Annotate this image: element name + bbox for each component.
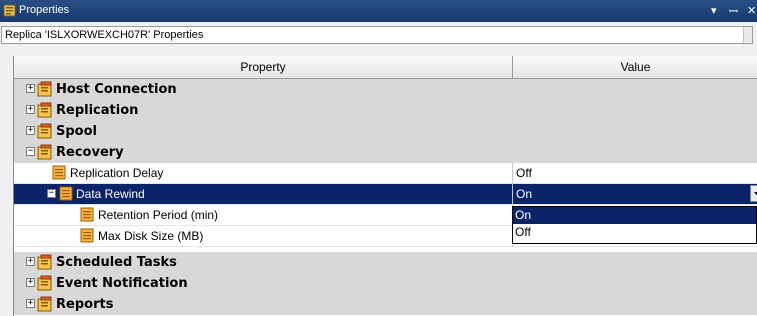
category-label: Recovery bbox=[56, 145, 124, 160]
property-page-icon bbox=[52, 165, 66, 180]
category-label: Replication bbox=[56, 103, 139, 118]
property-grid: Property Value + Host Connection + Repli… bbox=[13, 56, 757, 316]
window-title: Properties bbox=[19, 4, 70, 16]
expand-icon[interactable]: + bbox=[26, 257, 35, 266]
category-folder-icon bbox=[37, 275, 52, 291]
category-row-host-connection[interactable]: + Host Connection bbox=[14, 79, 757, 100]
pin-icon[interactable]: ꟷ bbox=[729, 4, 738, 19]
property-value-editor[interactable]: On bbox=[513, 184, 757, 205]
window-titlebar: Properties ▾ ꟷ ✕ bbox=[0, 0, 757, 22]
category-row-spool[interactable]: + Spool bbox=[14, 121, 757, 142]
property-column-header[interactable]: Property bbox=[14, 56, 513, 78]
window-menu-dropdown-icon[interactable]: ▾ bbox=[711, 4, 717, 17]
grid-header: Property Value bbox=[14, 56, 757, 79]
collapse-icon[interactable]: − bbox=[47, 189, 56, 198]
property-label: Retention Period (min) bbox=[98, 208, 219, 222]
expand-icon[interactable]: + bbox=[26, 84, 35, 93]
property-label: Data Rewind bbox=[76, 187, 145, 201]
expand-icon[interactable]: + bbox=[26, 126, 35, 135]
value-dropdown-button[interactable] bbox=[750, 185, 757, 202]
dropdown-option-off[interactable]: Off bbox=[513, 224, 756, 241]
value-column-header[interactable]: Value bbox=[513, 56, 757, 78]
category-folder-icon bbox=[37, 144, 52, 160]
category-row-replication[interactable]: + Replication bbox=[14, 100, 757, 121]
category-label: Host Connection bbox=[56, 82, 177, 97]
chevron-down-icon bbox=[754, 192, 757, 196]
property-value-cell[interactable]: Off bbox=[513, 163, 757, 184]
category-label: Spool bbox=[56, 124, 97, 139]
close-icon[interactable]: ✕ bbox=[747, 4, 756, 17]
category-folder-icon bbox=[37, 123, 52, 139]
category-label: Scheduled Tasks bbox=[56, 255, 177, 270]
property-row-replication-delay[interactable]: Replication Delay Off bbox=[14, 163, 757, 184]
category-folder-icon bbox=[37, 296, 52, 312]
category-label: Event Notification bbox=[56, 276, 188, 291]
object-selector-value: Replica 'ISLXORWEXCH07R' Properties bbox=[5, 29, 204, 41]
category-label: Reports bbox=[56, 297, 114, 312]
category-folder-icon bbox=[37, 254, 52, 270]
expand-icon[interactable]: + bbox=[26, 278, 35, 287]
category-folder-icon bbox=[37, 81, 52, 97]
property-value: Off bbox=[516, 166, 532, 180]
collapse-icon[interactable]: − bbox=[26, 147, 35, 156]
category-folder-icon bbox=[37, 102, 52, 118]
object-selector-combo[interactable]: Replica 'ISLXORWEXCH07R' Properties bbox=[1, 26, 753, 44]
property-page-icon bbox=[80, 207, 94, 222]
category-row-recovery[interactable]: − Recovery bbox=[14, 142, 757, 163]
property-page-icon bbox=[80, 228, 94, 243]
property-row-data-rewind[interactable]: − Data Rewind On bbox=[14, 184, 757, 205]
property-value: On bbox=[516, 187, 533, 201]
category-row-event-notification[interactable]: + Event Notification bbox=[14, 273, 757, 294]
object-selector-dropdown-button[interactable] bbox=[743, 27, 752, 43]
property-page-icon bbox=[59, 186, 73, 201]
category-row-scheduled-tasks[interactable]: + Scheduled Tasks bbox=[14, 252, 757, 273]
expand-icon[interactable]: + bbox=[26, 105, 35, 114]
property-label: Replication Delay bbox=[70, 166, 164, 180]
value-dropdown-list: On Off bbox=[512, 206, 757, 244]
expand-icon[interactable]: + bbox=[26, 299, 35, 308]
category-row-reports[interactable]: + Reports bbox=[14, 294, 757, 315]
property-label: Max Disk Size (MB) bbox=[98, 229, 204, 243]
properties-icon bbox=[3, 4, 16, 17]
dropdown-option-on[interactable]: On bbox=[513, 207, 756, 224]
